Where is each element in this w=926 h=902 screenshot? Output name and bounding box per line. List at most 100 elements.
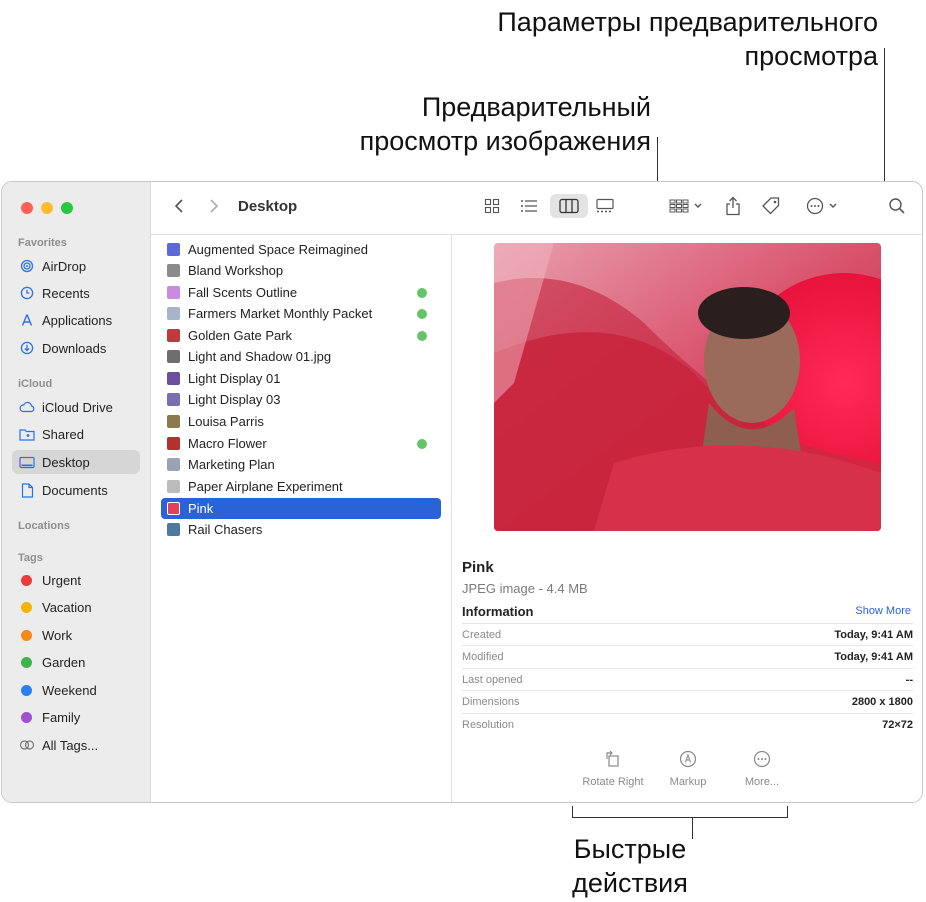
- info-value: 2800 x 1800: [851, 695, 913, 708]
- list-icon: [521, 200, 537, 212]
- columns-icon: [559, 198, 579, 214]
- sidebar-item-label: Vacation: [42, 599, 92, 615]
- file-row-selected[interactable]: Pink: [161, 498, 441, 519]
- share-button[interactable]: [722, 194, 744, 218]
- group-by-button[interactable]: [666, 194, 706, 218]
- sidebar-item-shared[interactable]: Shared: [12, 422, 140, 446]
- sidebar-item-label: Recents: [42, 285, 90, 301]
- callout-image-preview: Предварительный просмотр изображения: [359, 92, 651, 156]
- finder-window: Favorites AirDrop Recents Applications D…: [1, 181, 923, 803]
- info-value: Today, 9:41 AM: [834, 628, 913, 641]
- sidebar-item-recents[interactable]: Recents: [12, 281, 140, 305]
- green-tag-dot: [417, 330, 427, 341]
- file-row[interactable]: Fall Scents Outline: [161, 282, 441, 303]
- sidebar-item-downloads[interactable]: Downloads: [12, 336, 140, 360]
- file-thumbnail-icon: [167, 243, 180, 256]
- sidebar-item-documents[interactable]: Documents: [12, 478, 140, 502]
- sidebar-tag-work[interactable]: Work: [12, 623, 140, 647]
- chevron-down-icon: [694, 203, 702, 208]
- sidebar-tag-garden[interactable]: Garden: [12, 650, 140, 674]
- minimize-window-button[interactable]: [41, 202, 53, 214]
- icon-view-button[interactable]: [480, 194, 504, 218]
- file-thumbnail-icon: [167, 523, 180, 536]
- icloud-heading: iCloud: [18, 378, 53, 390]
- close-window-button[interactable]: [21, 202, 33, 214]
- tag-color-dot: [21, 656, 32, 668]
- file-thumbnail-icon: [167, 307, 180, 320]
- show-more-link[interactable]: Show More: [855, 605, 911, 617]
- all-tags-icon: [19, 737, 35, 753]
- file-thumbnail-icon: [167, 437, 180, 450]
- column-view-button[interactable]: [550, 194, 588, 218]
- sidebar-item-label: Family: [42, 709, 81, 725]
- information-heading: Information: [462, 604, 534, 619]
- tag-color-dot: [21, 574, 32, 586]
- download-icon: [19, 340, 35, 356]
- zoom-window-button[interactable]: [61, 202, 73, 214]
- sidebar-item-label: Applications: [42, 312, 113, 328]
- share-icon: [726, 196, 740, 216]
- gallery-view-button[interactable]: [592, 194, 618, 218]
- applications-icon: [19, 312, 35, 328]
- shared-folder-icon: [19, 426, 35, 442]
- callout-quick-actions: Быстрые действия: [572, 834, 688, 898]
- tag-color-dot: [21, 684, 32, 696]
- sidebar-item-all-tags[interactable]: All Tags...: [12, 733, 140, 757]
- sidebar-item-label: iCloud Drive: [42, 399, 113, 415]
- file-row[interactable]: Rail Chasers: [161, 519, 441, 540]
- list-view-button[interactable]: [516, 194, 542, 218]
- sidebar-item-applications[interactable]: Applications: [12, 308, 140, 332]
- callout-bracket-bar: [572, 817, 788, 818]
- back-button[interactable]: [170, 194, 188, 218]
- file-row[interactable]: Farmers Market Monthly Packet: [161, 303, 441, 324]
- file-row[interactable]: Louisa Parris: [161, 411, 441, 432]
- sidebar-tag-vacation[interactable]: Vacation: [12, 595, 140, 619]
- info-row-dimensions: Dimensions 2800 x 1800: [462, 690, 913, 712]
- sidebar-item-airdrop[interactable]: AirDrop: [12, 254, 140, 278]
- tag-icon: [762, 197, 780, 215]
- forward-button[interactable]: [205, 194, 223, 218]
- sidebar: Favorites AirDrop Recents Applications D…: [2, 182, 151, 802]
- info-row-resolution: Resolution 72×72: [462, 713, 913, 735]
- preview-file-kind: JPEG image - 4.4 MB: [462, 581, 588, 596]
- file-row[interactable]: Paper Airplane Experiment: [161, 476, 441, 497]
- file-row[interactable]: Light and Shadow 01.jpg: [161, 346, 441, 367]
- file-row[interactable]: Light Display 03: [161, 389, 441, 410]
- info-row-last-opened: Last opened --: [462, 668, 913, 690]
- info-row-modified: Modified Today, 9:41 AM: [462, 645, 913, 667]
- file-row[interactable]: Bland Workshop: [161, 260, 441, 281]
- file-row[interactable]: Macro Flower: [161, 433, 441, 454]
- file-row[interactable]: Light Display 01: [161, 368, 441, 389]
- gallery-icon: [596, 198, 614, 213]
- document-icon: [19, 482, 35, 498]
- sidebar-item-label: Work: [42, 627, 73, 643]
- sidebar-tag-weekend[interactable]: Weekend: [12, 678, 140, 702]
- file-thumbnail-icon: [167, 329, 180, 342]
- search-button[interactable]: [886, 194, 908, 218]
- sidebar-item-icloud-drive[interactable]: iCloud Drive: [12, 395, 140, 419]
- sidebar-item-label: Garden: [42, 654, 86, 670]
- info-value: Today, 9:41 AM: [834, 650, 913, 663]
- file-row[interactable]: Augmented Space Reimagined: [161, 239, 441, 260]
- tag-button[interactable]: [759, 194, 783, 218]
- window-title: Desktop: [238, 198, 298, 215]
- sidebar-item-desktop[interactable]: Desktop: [12, 450, 140, 474]
- tags-heading: Tags: [18, 552, 43, 564]
- sidebar-tag-family[interactable]: Family: [12, 705, 140, 729]
- sidebar-item-label: All Tags...: [42, 737, 99, 753]
- file-row[interactable]: Marketing Plan: [161, 454, 441, 475]
- locations-heading: Locations: [18, 520, 70, 532]
- more-actions-button[interactable]: More...: [717, 748, 807, 788]
- file-thumbnail-icon: [167, 286, 180, 299]
- chevron-left-icon: [174, 199, 183, 213]
- file-thumbnail-icon: [167, 393, 180, 406]
- action-menu-button[interactable]: [802, 194, 842, 218]
- green-tag-dot: [417, 287, 427, 298]
- green-tag-dot: [417, 308, 427, 319]
- image-preview: [494, 243, 881, 531]
- sidebar-tag-urgent[interactable]: Urgent: [12, 568, 140, 592]
- cloud-icon: [19, 399, 35, 415]
- airdrop-icon: [19, 258, 35, 274]
- file-row[interactable]: Golden Gate Park: [161, 325, 441, 346]
- chevron-right-icon: [210, 199, 219, 213]
